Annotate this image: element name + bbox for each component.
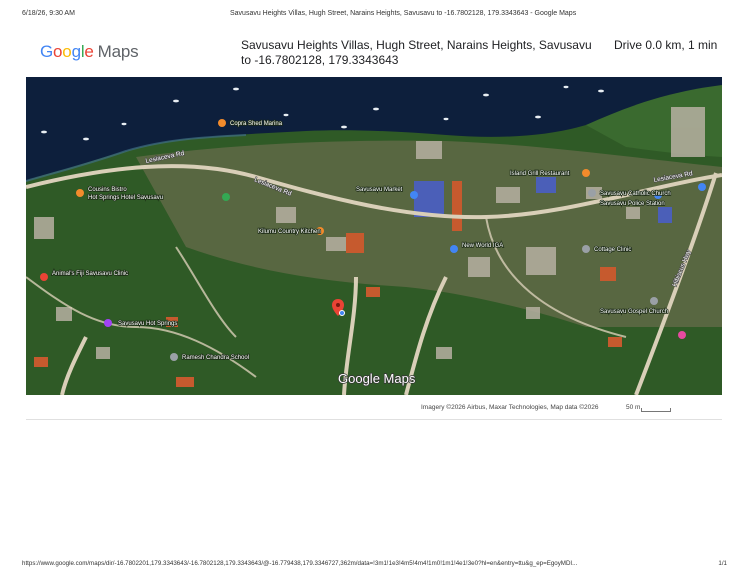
place-label: Kilumu Country Kitchen — [258, 229, 321, 235]
poi-pin[interactable] — [170, 353, 178, 361]
place-label: Savusavu Police Station — [600, 201, 665, 207]
poi-pin[interactable] — [698, 183, 706, 191]
place-label: Cottage Clinic — [594, 247, 631, 253]
scale-label: 50 m — [626, 404, 641, 411]
logo-letter: o — [53, 42, 63, 61]
place-label: Island Grill Restaurant — [510, 171, 570, 177]
place-label: Copra Shed Marina — [230, 121, 283, 127]
poi-pin[interactable] — [582, 245, 590, 253]
poi-pin[interactable] — [76, 189, 84, 197]
logo-maps-word: Maps — [97, 42, 139, 61]
page-number: 1/1 — [718, 560, 727, 567]
map-watermark: Google Maps — [338, 371, 416, 386]
poi-pin[interactable] — [222, 193, 230, 201]
route-summary: Drive 0.0 km, 1 min — [614, 38, 718, 52]
print-date: 6/18/26, 9:30 AM — [22, 10, 75, 17]
poi-pin[interactable] — [582, 169, 590, 177]
print-title: Savusavu Heights Villas, Hugh Street, Na… — [230, 10, 577, 17]
print-url: https://www.google.com/maps/dir/-16.7802… — [22, 560, 578, 567]
route-title: Savusavu Heights Villas, Hugh Street, Na… — [241, 38, 592, 67]
satellite-map[interactable]: Lesiaceva Rd Lesiaceva Rd Lesiaceva Rd H… — [26, 77, 722, 395]
logo-letter: o — [62, 42, 72, 61]
print-header: 6/18/26, 9:30 AM Savusavu Heights Villas… — [22, 10, 727, 22]
place-label: Savusavu Market — [356, 187, 403, 193]
place-label: New World IGA — [462, 243, 503, 249]
poi-pin[interactable] — [650, 297, 658, 305]
place-label: Animal's Fiji Savusavu Clinic — [52, 271, 128, 277]
place-label: Ramesh Chandra School — [182, 355, 249, 361]
map-canvas[interactable]: Lesiaceva Rd Lesiaceva Rd Lesiaceva Rd H… — [26, 77, 722, 395]
map-footer: Imagery ©2026 Airbus, Maxar Technologies… — [26, 395, 722, 420]
logo-letter: g — [71, 42, 81, 61]
poi-pin[interactable] — [40, 273, 48, 281]
poi-pin[interactable] — [588, 189, 596, 197]
place-label: Cousins Bistro — [88, 187, 127, 193]
google-maps-logo[interactable]: Google Maps — [40, 42, 139, 62]
poi-pin[interactable] — [218, 119, 226, 127]
poi-pin[interactable] — [678, 331, 686, 339]
place-label: Savusavu Hot Springs — [118, 321, 177, 327]
logo-letter: G — [40, 42, 54, 61]
place-label: Savusavu Catholic Church — [600, 191, 671, 197]
place-label: Hot Springs Hotel Savusavu — [88, 195, 163, 201]
map-attribution: Imagery ©2026 Airbus, Maxar Technologies… — [421, 404, 599, 411]
origin-dot-icon — [339, 310, 345, 316]
scale-bar — [641, 408, 671, 412]
poi-pin[interactable] — [104, 319, 112, 327]
poi-pin[interactable] — [450, 245, 458, 253]
poi-pin[interactable] — [410, 191, 418, 199]
logo-letter: e — [84, 42, 94, 61]
place-label: Savusavu Gospel Church — [600, 309, 668, 315]
